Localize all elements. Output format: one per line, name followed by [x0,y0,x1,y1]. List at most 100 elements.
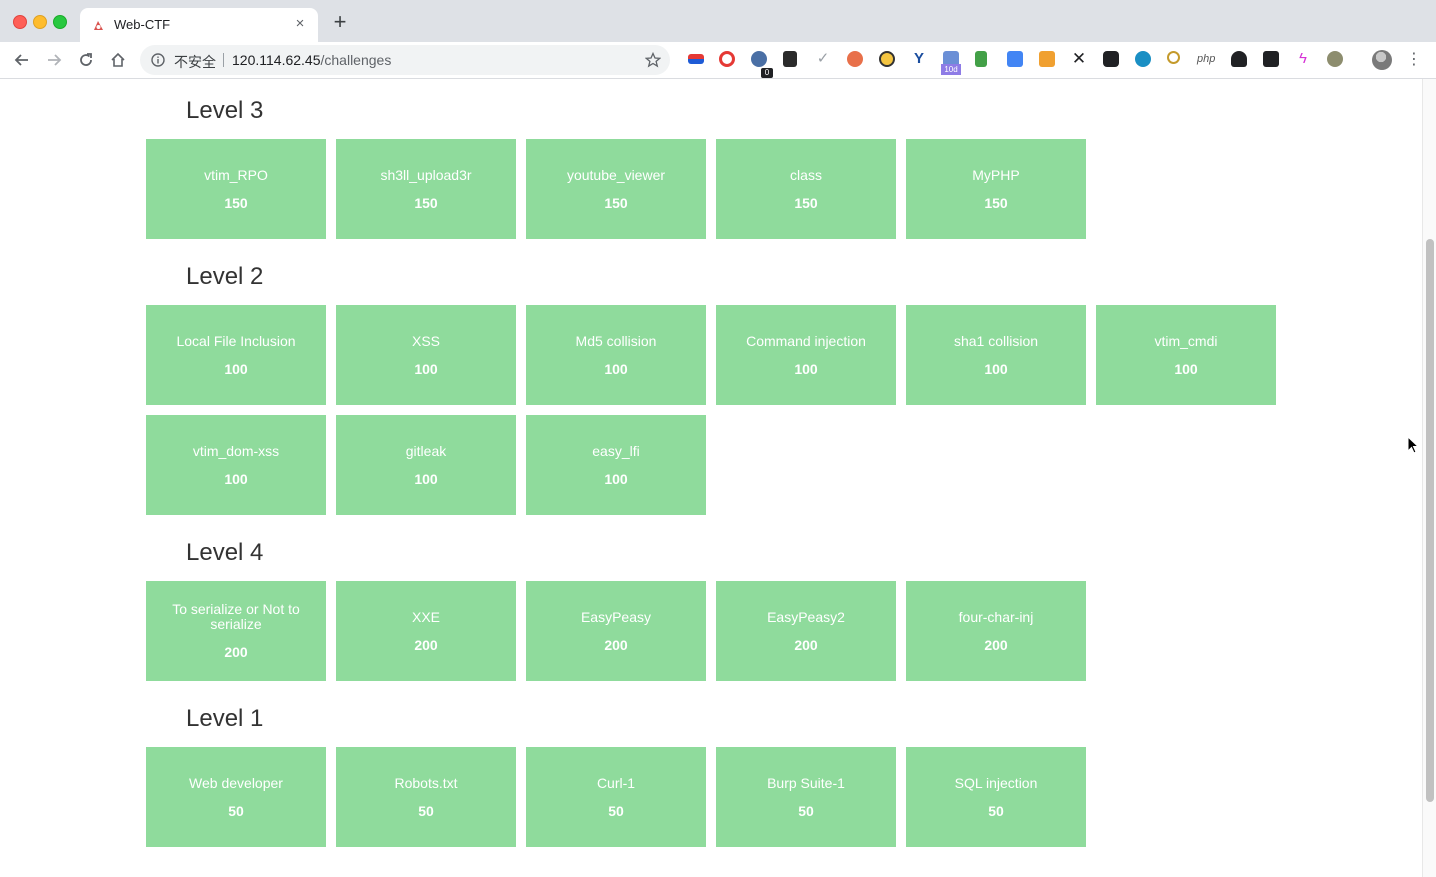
home-button[interactable] [108,50,128,70]
back-arrow-icon [14,54,28,66]
extension-php-icon[interactable]: php [1197,51,1219,67]
challenge-card[interactable]: Web developer 50 [146,747,326,847]
challenge-card[interactable]: easy_lfi 100 [526,415,706,515]
url-text[interactable]: 120.114.62.45/challenges [232,52,391,68]
challenge-name: Local File Inclusion [176,332,296,349]
challenge-name: easy_lfi [592,442,640,459]
challenge-name: vtim_cmdi [1154,332,1218,349]
level-2-title: Level 2 [186,263,264,290]
site-favicon-icon [94,21,103,30]
challenge-points: 100 [604,470,628,487]
challenge-card[interactable]: four-char-inj 200 [906,581,1086,681]
challenge-name: Curl-1 [596,774,636,791]
level-4-title: Level 4 [186,539,264,566]
address-bar[interactable]: 不安全 120.114.62.45/challenges [140,45,670,75]
challenge-points: 100 [794,360,818,377]
challenge-card[interactable]: XXE 200 [336,581,516,681]
challenge-points: 100 [224,360,248,377]
challenge-name: sh3ll_upload3r [380,166,472,183]
challenge-card[interactable]: XSS 100 [336,305,516,405]
challenge-card[interactable]: youtube_viewer 150 [526,139,706,239]
challenge-card[interactable]: EasyPeasy 200 [526,581,706,681]
challenge-points: 200 [224,644,248,660]
extension-opera-icon[interactable] [719,51,735,67]
maximize-window-button[interactable] [53,15,67,29]
extension-block-icon[interactable] [879,51,895,67]
profile-avatar[interactable] [1372,50,1392,70]
extension-search-icon[interactable] [1167,51,1180,64]
challenge-card[interactable]: EasyPeasy2 200 [716,581,896,681]
challenge-points: 50 [608,802,624,819]
tab-close-icon[interactable]: × [292,16,308,32]
minimize-window-button[interactable] [33,15,47,29]
forward-button[interactable] [44,50,64,70]
extension-x-icon[interactable]: ✕ [1071,50,1087,67]
extension-box-icon[interactable] [1039,51,1055,67]
challenge-points: 150 [984,194,1008,211]
browser-tab-bar: Web-CTF × + [0,0,1436,42]
challenge-card[interactable]: Md5 collision 100 [526,305,706,405]
forward-arrow-icon [48,54,62,66]
scrollbar-thumb[interactable] [1426,239,1434,802]
browser-menu-icon[interactable]: ⋮ [1406,50,1422,70]
challenge-card[interactable]: class 150 [716,139,896,239]
challenge-points: 150 [224,194,248,211]
extension-flag-icon[interactable] [688,54,704,64]
challenge-card[interactable]: Burp Suite-1 50 [716,747,896,847]
challenge-card[interactable]: SQL injection 50 [906,747,1086,847]
challenge-card[interactable]: sh3ll_upload3r 150 [336,139,516,239]
challenge-card[interactable]: sha1 collision 100 [906,305,1086,405]
challenge-points: 100 [1174,360,1198,377]
omnibox-divider [223,53,224,67]
challenge-card[interactable]: Command injection 100 [716,305,896,405]
extension-bolt-icon[interactable]: ϟ [1295,51,1311,67]
challenge-points: 100 [414,470,438,487]
challenge-name: Burp Suite-1 [767,774,845,791]
challenge-name: Web developer [189,774,283,791]
challenge-card[interactable]: Curl-1 50 [526,747,706,847]
bookmark-star-icon[interactable] [645,52,661,68]
challenge-card[interactable]: Local File Inclusion 100 [146,305,326,405]
extension-shield-icon[interactable] [751,51,767,67]
reload-button[interactable] [76,50,96,70]
info-icon[interactable] [151,53,165,67]
extension-ghost-icon[interactable] [1231,51,1247,67]
challenge-name: SQL injection [954,774,1038,791]
extension-badge: 0 [761,68,773,78]
extension-m-icon[interactable] [1135,51,1151,67]
challenge-name: vtim_RPO [204,166,268,183]
extension-book-icon[interactable] [975,51,987,67]
challenge-card[interactable]: To serialize or Not to serialize 200 [146,581,326,681]
extension-y-icon[interactable]: Y [911,51,927,67]
extension-gamepad-icon[interactable] [1103,51,1119,67]
extension-leaf-icon[interactable] [1327,51,1343,67]
challenge-card[interactable]: Robots.txt 50 [336,747,516,847]
close-window-button[interactable] [13,15,27,29]
challenge-points: 150 [794,194,818,211]
challenge-card[interactable]: gitleak 100 [336,415,516,515]
challenge-points: 100 [224,470,248,487]
challenge-card[interactable]: vtim_cmdi 100 [1096,305,1276,405]
challenge-card[interactable]: MyPHP 150 [906,139,1086,239]
extension-binary-icon[interactable] [1263,51,1279,67]
challenge-name: gitleak [405,442,447,459]
new-tab-button[interactable]: + [330,11,350,33]
extension-check-icon[interactable]: ✓ [815,51,831,67]
challenge-name: XXE [411,608,440,625]
challenge-card[interactable]: vtim_RPO 150 [146,139,326,239]
extension-translate-icon[interactable] [1007,51,1023,67]
challenge-name: XSS [411,332,440,349]
challenge-name: To serialize or Not to serialize [172,601,300,632]
security-label[interactable]: 不安全 [174,52,216,72]
challenge-points: 150 [414,194,438,211]
back-button[interactable] [12,50,32,70]
browser-tab-active[interactable]: Web-CTF × [80,8,318,42]
challenge-name: class [790,166,822,183]
challenge-points: 150 [604,194,628,211]
challenge-card[interactable]: vtim_dom-xss 100 [146,415,326,515]
level-3-title: Level 3 [186,97,264,124]
extension-cookie-icon[interactable] [847,51,863,67]
challenge-points: 200 [794,636,818,653]
page-scrollbar[interactable] [1422,79,1436,877]
extension-d-icon[interactable] [783,51,797,67]
